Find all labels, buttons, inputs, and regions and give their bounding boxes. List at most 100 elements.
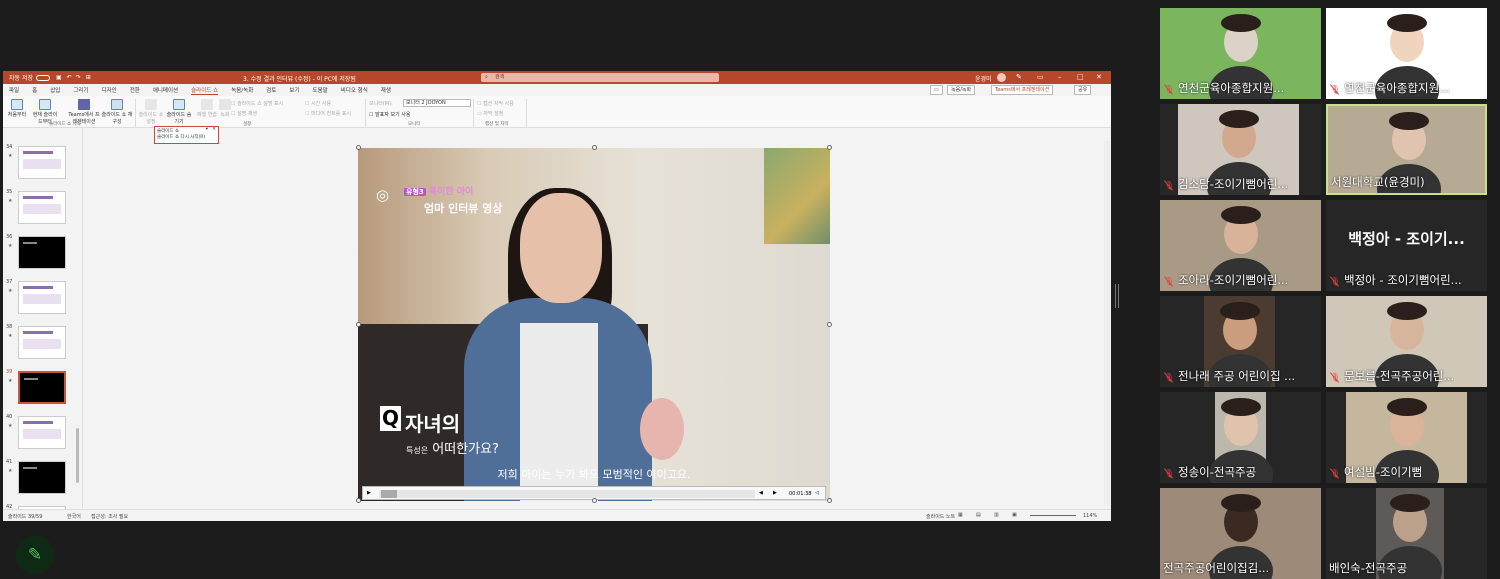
comments-button[interactable]: ▭ (930, 85, 943, 95)
slide-thumbnail[interactable] (18, 461, 66, 494)
save-icon[interactable]: ▣ (56, 74, 62, 81)
close-button[interactable]: ✕ (1096, 73, 1102, 82)
redo-icon[interactable]: ↷ (76, 74, 81, 81)
autosave-label[interactable]: 자동 저장 (9, 73, 33, 82)
resize-handle[interactable] (827, 145, 832, 150)
slide-thumbnail[interactable] (18, 236, 66, 269)
zoom-level[interactable]: 114% (1083, 513, 1097, 519)
menu-insert[interactable]: 삽입 (50, 86, 60, 94)
caption-checkbox[interactable]: ☐ 캡션 자막 사용 (477, 100, 514, 107)
setup-slideshow-button[interactable]: 슬라이드 쇼 설정 (137, 99, 165, 125)
presenter-view-checkbox[interactable]: ☐ 발표자 보기 사용 (369, 111, 410, 118)
menu-record[interactable]: 녹음/녹화 (231, 86, 253, 94)
subtitle-settings-dropdown[interactable]: ▭ 자막 설정 (477, 110, 503, 117)
autosave-toggle[interactable] (36, 74, 50, 81)
accessibility-status[interactable]: 접근성: 조사 필요 (91, 513, 128, 520)
slide-thumbnail[interactable] (18, 281, 66, 314)
menu-file[interactable]: 파일 (9, 86, 19, 94)
slide-scrollbar[interactable] (1104, 141, 1110, 506)
notes-button[interactable]: 슬라이드 노트 (926, 513, 955, 520)
menu-view[interactable]: 보기 (289, 86, 299, 94)
share-button[interactable]: 공유 (1074, 85, 1092, 95)
participant-tile[interactable]: 🎙 연천군육아종합지원... (1160, 8, 1321, 99)
maximize-button[interactable]: □ (1077, 73, 1084, 82)
language[interactable]: 한국어 (67, 513, 81, 520)
use-timings-checkbox[interactable]: ☐ 시간 사용 (305, 100, 331, 107)
participant-tile[interactable]: 🎙 정송이-전곡주공 (1160, 392, 1321, 483)
pen-icon[interactable]: ✎ (1016, 73, 1022, 82)
ribbon-display-icon[interactable]: ▭ (1037, 73, 1044, 82)
slide-thumbnail[interactable] (18, 416, 66, 449)
menu-draw[interactable]: 그리기 (73, 86, 88, 94)
menu-animations[interactable]: 애니메이션 (153, 86, 178, 94)
resize-handle[interactable] (592, 498, 597, 503)
menu-home[interactable]: 홈 (32, 86, 37, 94)
sorter-view-icon[interactable]: ▤ (976, 512, 981, 518)
teams-present-button[interactable]: Teams에서 프레젠테이션 (991, 85, 1054, 95)
custom-slideshow-button[interactable]: 슬라이드 쇼 재구성 (101, 99, 133, 125)
menu-transitions[interactable]: 전환 (130, 86, 140, 94)
search-placeholder: 검색 (495, 74, 505, 80)
from-start-label: 처음부터 (7, 112, 27, 118)
hide-slide-button[interactable]: 슬라이드 숨기기 (165, 99, 193, 125)
seek-handle[interactable] (381, 490, 397, 498)
menu-review[interactable]: 검토 (266, 86, 276, 94)
mute-slash (1329, 276, 1340, 287)
participant-tile[interactable]: 전곡주공어린이집김... (1160, 488, 1321, 579)
participant-tile[interactable]: 백정아 - 조이기... 🎙 백정아 - 조이기뻠어린... (1326, 200, 1487, 291)
slide-video[interactable]: ◎ 유형3 특이한 아이 엄마 인터뷰 영상 Q 자녀의 특성은 어떠한가요? 저… (358, 148, 830, 501)
play-icon[interactable]: ▶ (367, 490, 371, 496)
slide-thumbnail[interactable] (18, 326, 66, 359)
menu-help[interactable]: 도움말 (313, 86, 328, 94)
zoom-slider[interactable] (1030, 515, 1076, 516)
popup-chevron-icon[interactable]: ▾ (206, 127, 208, 132)
resize-handle[interactable] (827, 498, 832, 503)
resize-handle[interactable] (356, 145, 361, 150)
play-narration-checkbox[interactable]: ☐ 슬라이드 쇼 설명 표시 (231, 100, 283, 107)
seek-bar[interactable] (379, 490, 755, 498)
recording-button[interactable]: 녹음/녹화 (947, 85, 976, 95)
participant-tile[interactable]: 서원대학교(윤경미) (1326, 104, 1487, 195)
user-name[interactable]: 윤경미 (975, 74, 992, 83)
volume-icon[interactable]: ◁ (815, 490, 819, 496)
participant-tile[interactable]: 🎙 김소담-조이기뻠어린... (1160, 104, 1321, 195)
undo-icon[interactable]: ↶ (67, 74, 72, 81)
show-controls-checkbox[interactable]: ☐ 미디어 컨트롤 표시 (305, 110, 351, 117)
resize-handle[interactable] (356, 498, 361, 503)
participant-tile[interactable]: 🎙 조아라-조이기뻠어린... (1160, 200, 1321, 291)
slide-thumbnail[interactable] (18, 191, 66, 224)
setup-icon (145, 99, 157, 110)
menu-video-format[interactable]: 비디오 형식 (341, 86, 368, 94)
slideshow-view-icon[interactable]: ▣ (1012, 512, 1017, 518)
search-box[interactable]: ⌕ 검색 (481, 73, 719, 82)
resize-handle[interactable] (827, 322, 832, 327)
present-icon[interactable]: ⊞ (86, 74, 91, 81)
subtitles-checkbox[interactable]: ☐ 설명 재생 (231, 110, 257, 117)
avatar[interactable] (997, 73, 1006, 82)
minimize-button[interactable]: – (1058, 73, 1062, 82)
normal-view-icon[interactable]: ▦ (958, 512, 963, 518)
resize-handle[interactable] (356, 322, 361, 327)
slide-thumbnail[interactable] (18, 146, 66, 179)
annotate-pen-button[interactable]: ✎ (16, 536, 54, 574)
thumbnail-scrollbar[interactable] (76, 428, 79, 483)
popup-close-icon[interactable]: ✕ (212, 127, 216, 132)
forward-icon[interactable]: ▶ (773, 490, 777, 496)
menu-slideshow[interactable]: 슬라이드 쇼 (191, 86, 219, 95)
menu-playback[interactable]: 재생 (381, 86, 391, 94)
rewind-icon[interactable]: ◀ (759, 490, 763, 496)
popup-restart-item[interactable]: 슬라이드 쇼 다시 시작(R) (157, 134, 216, 140)
participant-tile[interactable]: 🎙 전나래 주공 어린이집 ... (1160, 296, 1321, 387)
participant-tile[interactable]: 🎙 문보름-전곡주공어린... (1326, 296, 1487, 387)
participant-tile[interactable]: 🎙 연천군육아종합지원... (1326, 8, 1487, 99)
participant-tile[interactable]: 배인숙-전곡주공 (1326, 488, 1487, 579)
slide-thumbnail[interactable] (18, 371, 66, 404)
participant-tile[interactable]: 🎙 여설빔-조이기뻠 (1326, 392, 1487, 483)
panel-resize-handle[interactable] (1115, 284, 1119, 308)
resize-handle[interactable] (592, 145, 597, 150)
thumbnail-content (23, 429, 61, 439)
reading-view-icon[interactable]: ▥ (994, 512, 999, 518)
monitor-select[interactable]: 모니터 2 JOOYON (403, 99, 471, 107)
from-start-button[interactable]: 처음부터 (3, 99, 31, 118)
menu-design[interactable]: 디자인 (102, 86, 117, 94)
